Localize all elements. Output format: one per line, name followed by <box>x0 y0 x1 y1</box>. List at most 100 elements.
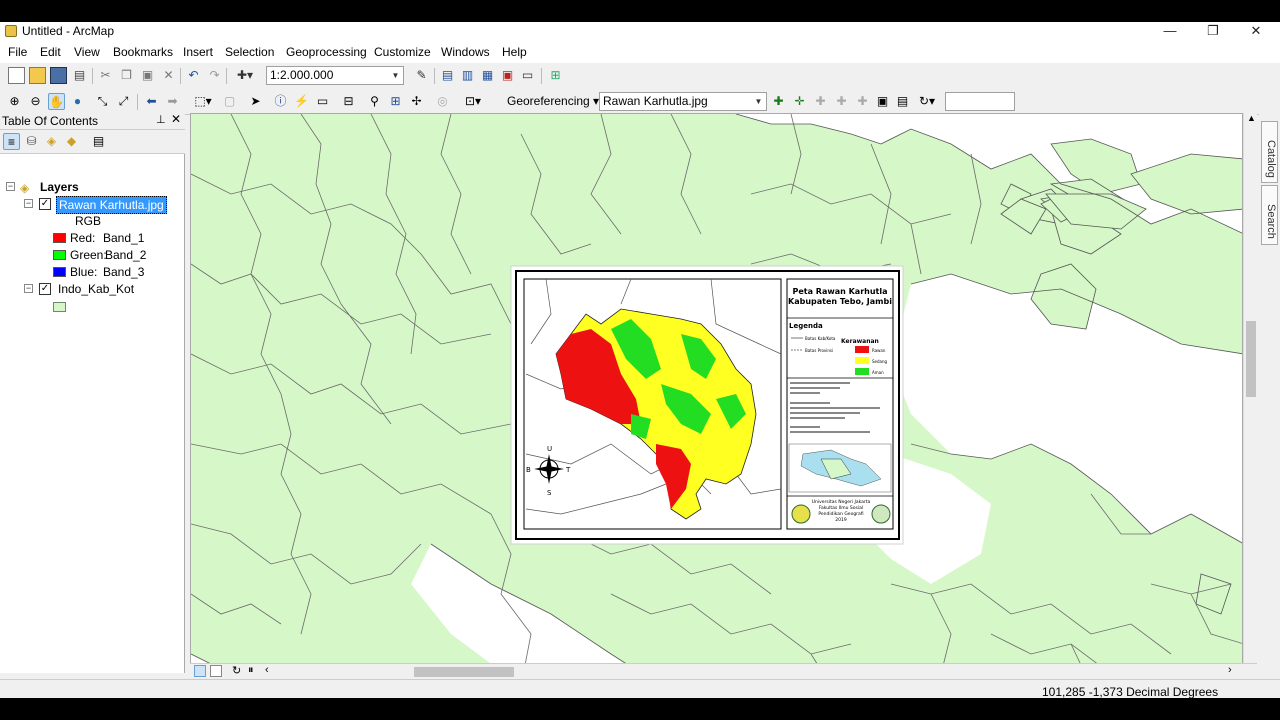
raster-layer-name[interactable]: Rawan Karhutla.jpg <box>56 196 167 214</box>
close-icon[interactable]: ✕ <box>171 112 181 126</box>
georeference-layer-combo[interactable]: Rawan Karhutla.jpg ▼ <box>599 92 767 111</box>
new-document-icon[interactable] <box>8 67 25 84</box>
rotation-input[interactable] <box>945 92 1015 111</box>
html-popup-icon[interactable]: ▭ <box>314 93 331 110</box>
select-link-icon[interactable]: ✚ <box>812 93 829 110</box>
full-extent-icon[interactable]: ● <box>69 93 86 110</box>
list-by-source-icon[interactable]: ⛁ <box>23 133 40 150</box>
select-elements-icon[interactable]: ➤ <box>247 93 264 110</box>
menu-bookmarks[interactable]: Bookmarks <box>113 45 173 59</box>
zoom-in-icon[interactable]: ⊕ <box>6 93 23 110</box>
list-by-visibility-icon[interactable]: ◈ <box>43 133 60 150</box>
view-link-table-icon[interactable]: ▤ <box>894 93 911 110</box>
map-display[interactable]: U S B T Peta Rawan Karhutla Kabupaten Te… <box>190 113 1243 685</box>
back-extent-icon[interactable]: ⬅ <box>143 93 160 110</box>
rotate-icon[interactable]: ✚ <box>770 93 787 110</box>
scroll-up-icon[interactable]: ▲ <box>1247 113 1256 123</box>
chevron-down-icon[interactable]: ▼ <box>388 67 403 84</box>
legend-title: Legenda <box>789 322 823 330</box>
viewer-icon[interactable]: ▣ <box>874 93 891 110</box>
layer-visibility-checkbox[interactable]: ✓ <box>39 198 51 210</box>
catalog-tab[interactable]: Catalog <box>1261 121 1278 183</box>
menu-windows[interactable]: Windows <box>441 45 490 59</box>
menu-edit[interactable]: Edit <box>40 45 61 59</box>
add-data-icon[interactable]: ✚▾ <box>231 67 259 84</box>
pan-icon[interactable]: ✋ <box>48 93 65 110</box>
scroll-left-icon[interactable]: ‹ <box>265 664 269 676</box>
redo-icon[interactable]: ↷ <box>206 67 223 84</box>
select-features-icon[interactable]: ⬚▾ <box>190 93 216 110</box>
undo-icon[interactable]: ↶ <box>185 67 202 84</box>
menu-insert[interactable]: Insert <box>183 45 213 59</box>
layer-visibility-checkbox[interactable]: ✓ <box>39 283 51 295</box>
menu-file[interactable]: File <box>8 45 27 59</box>
fixed-zoom-in-icon[interactable]: ⤡ <box>94 93 111 110</box>
table-of-contents-icon[interactable]: ▤ <box>439 67 456 84</box>
add-control-points-icon[interactable]: ✛ <box>791 93 808 110</box>
create-viewer-window-icon[interactable]: ⊡▾ <box>460 93 486 110</box>
vertical-scroll-thumb[interactable] <box>1246 321 1256 397</box>
refresh-icon[interactable]: ↻ <box>232 664 241 677</box>
catalog-window-icon[interactable]: ▥ <box>459 67 476 84</box>
model-builder-icon[interactable]: ⊞ <box>547 67 564 84</box>
pause-drawing-icon[interactable]: ⏸ <box>248 664 254 677</box>
menu-view[interactable]: View <box>74 45 100 59</box>
zoom-to-link-icon[interactable]: ✚ <box>833 93 850 110</box>
go-to-xy-icon[interactable]: ✢ <box>408 93 425 110</box>
pin-icon[interactable]: ⊥ <box>156 113 166 126</box>
data-view-icon[interactable] <box>194 665 206 677</box>
map-scale-combo[interactable]: 1:2.000.000 ▼ <box>266 66 404 85</box>
layout-view-icon[interactable] <box>210 665 222 677</box>
horizontal-scroll-thumb[interactable] <box>414 667 514 677</box>
list-by-selection-icon[interactable]: ◆ <box>63 133 80 150</box>
legend-class-label: Rawan <box>872 348 886 353</box>
search-tab[interactable]: Search <box>1261 185 1278 245</box>
delete-link-icon[interactable]: ✚ <box>854 93 871 110</box>
arctoolbox-icon[interactable]: ▣ <box>499 67 516 84</box>
maximize-button[interactable]: ❐ <box>1193 22 1233 42</box>
map-vertical-scrollbar[interactable]: ▲ ▼ <box>1243 113 1257 685</box>
scroll-right-icon[interactable]: › <box>1228 664 1232 676</box>
menu-help[interactable]: Help <box>502 45 527 59</box>
search-window-icon[interactable]: ▦ <box>479 67 496 84</box>
editor-toolbar-icon[interactable]: ✎ <box>413 67 430 84</box>
delete-icon[interactable]: ✕ <box>160 67 177 84</box>
save-icon[interactable] <box>50 67 67 84</box>
menu-geoprocessing[interactable]: Geoprocessing <box>286 45 367 59</box>
fixed-zoom-out-icon[interactable]: ⤢ <box>115 93 132 110</box>
polygon-fill-swatch[interactable] <box>53 302 66 312</box>
vector-layer-name[interactable]: Indo_Kab_Kot <box>58 281 134 297</box>
forward-extent-icon[interactable]: ➡ <box>164 93 181 110</box>
chevron-down-icon[interactable]: ▼ <box>751 93 766 110</box>
hyperlink-icon[interactable]: ⚡ <box>293 93 310 110</box>
map-horizontal-scrollbar[interactable]: ↻ ⏸ ‹ › <box>190 663 1257 679</box>
menu-selection[interactable]: Selection <box>225 45 274 59</box>
collapse-icon[interactable]: − <box>24 284 33 293</box>
georeferencing-menu[interactable]: Georeferencing ▾ <box>507 94 599 108</box>
cut-icon[interactable]: ✂ <box>97 67 114 84</box>
zoom-out-icon[interactable]: ⊖ <box>27 93 44 110</box>
measure-icon[interactable]: ⊟ <box>340 93 357 110</box>
clear-selection-icon[interactable]: ▢ <box>221 93 238 110</box>
paste-icon[interactable]: ▣ <box>139 67 156 84</box>
print-icon[interactable]: ▤ <box>71 67 88 84</box>
python-window-icon[interactable]: ▭ <box>519 67 536 84</box>
list-by-drawing-order-icon[interactable]: ≡ <box>3 133 20 150</box>
identify-icon[interactable]: ⓘ <box>272 93 289 110</box>
find-route-icon[interactable]: ⊞ <box>387 93 404 110</box>
time-slider-icon[interactable]: ◎ <box>434 93 451 110</box>
options-icon[interactable]: ▤ <box>90 133 107 150</box>
minimize-button[interactable]: — <box>1150 22 1190 42</box>
menu-customize[interactable]: Customize <box>374 45 431 59</box>
collapse-icon[interactable]: − <box>6 182 15 191</box>
status-bar: 101,285 -1,373 Decimal Degrees <box>0 679 1280 699</box>
collapse-icon[interactable]: − <box>24 199 33 208</box>
raster-image-group[interactable]: U S B T Peta Rawan Karhutla Kabupaten Te… <box>510 265 904 545</box>
rotate-dropdown-icon[interactable]: ↻▾ <box>914 93 940 110</box>
arcmap-app-icon <box>5 25 17 37</box>
open-folder-icon[interactable] <box>29 67 46 84</box>
copy-icon[interactable]: ❐ <box>118 67 135 84</box>
find-icon[interactable]: ⚲ <box>366 93 383 110</box>
close-button[interactable]: ✕ <box>1236 22 1276 42</box>
tools-toolbar: ⊕ ⊖ ✋ ● ⤡ ⤢ ⬅ ➡ ⬚▾ ▢ ➤ ⓘ ⚡ ▭ ⊟ ⚲ ⊞ ✢ ◎ ⊡… <box>0 89 1280 115</box>
